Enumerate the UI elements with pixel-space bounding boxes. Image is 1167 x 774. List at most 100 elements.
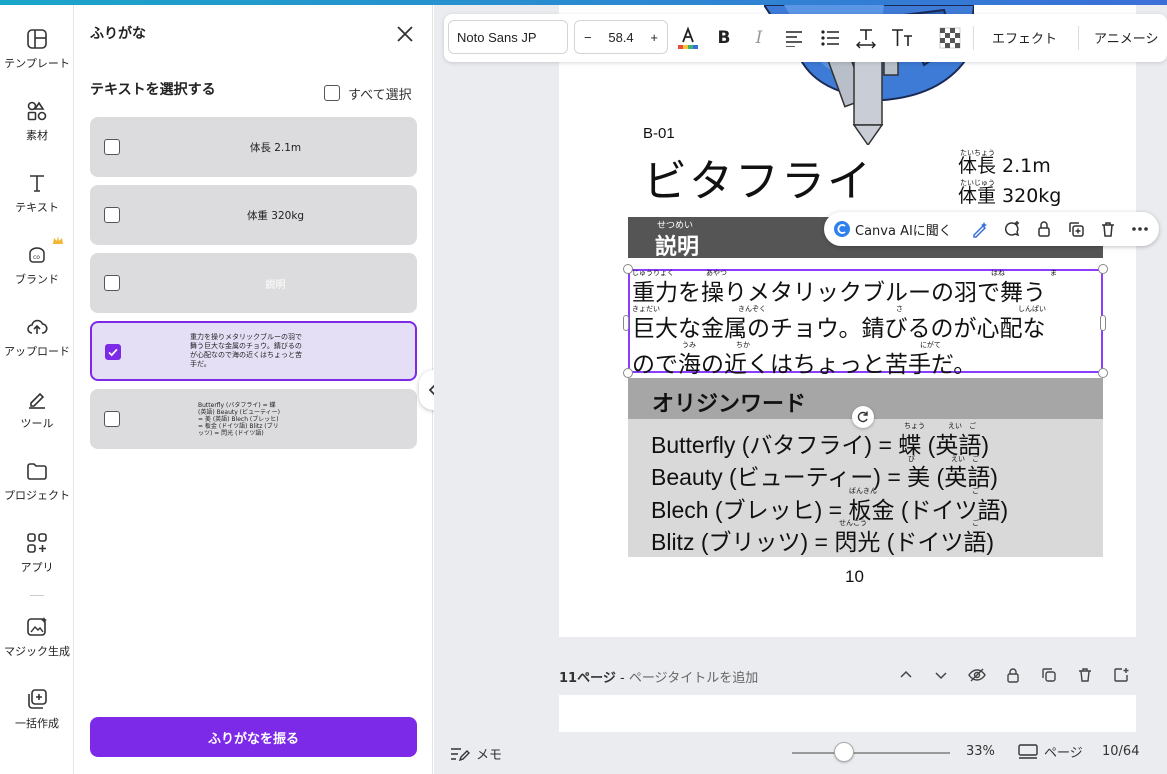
- description-text[interactable]: 重力を操りメタリックブルーの羽で舞う 巨大な金属のチョウ。錆びるのが心配な ので…: [632, 275, 1102, 383]
- origin-line: Beauty (ビューティー) = 美 (英語): [651, 464, 998, 490]
- text-item-preview: 体長 2.1m: [249, 141, 302, 154]
- ask-canva-ai-button[interactable]: Canva AIに聞く: [855, 220, 952, 239]
- text-item-weight[interactable]: 体重 320kg: [90, 185, 417, 245]
- lock-icon[interactable]: [1034, 219, 1054, 239]
- select-all-checkbox[interactable]: すべて選択: [324, 83, 412, 103]
- elements-icon: [27, 101, 47, 121]
- text-item-description-heading[interactable]: 説明: [90, 253, 417, 313]
- text-item-length[interactable]: 体長 2.1m: [90, 117, 417, 177]
- size-increase-button[interactable]: +: [650, 30, 658, 45]
- rail-item-templates[interactable]: テンプレート: [0, 27, 74, 71]
- rail-label: プロジェクト: [4, 489, 70, 502]
- align-left-icon[interactable]: [782, 26, 806, 50]
- rail-item-elements[interactable]: 素材: [0, 99, 74, 143]
- text-item-description[interactable]: 重力を操りメタリックブルーの羽で舞う巨大な金属のチョウ。錆びるのが心配なので海の…: [90, 321, 417, 381]
- comment-add-icon[interactable]: [1002, 219, 1022, 239]
- furigana: ちか: [736, 341, 750, 349]
- card-code: B-01: [643, 125, 675, 142]
- text-item-preview: Butterfly (バタフライ) = 蝶 (英語) Beauty (ビューティ…: [198, 401, 281, 437]
- furigana: さ: [896, 305, 903, 313]
- bold-button[interactable]: B: [712, 26, 736, 50]
- font-family-select[interactable]: Noto Sans JP: [448, 20, 568, 54]
- duplicate-icon[interactable]: [1066, 219, 1086, 239]
- rotate-handle-icon[interactable]: [852, 406, 874, 428]
- ai-context-toolbar: Canva AIに聞く: [824, 212, 1159, 246]
- template-icon: [27, 29, 47, 49]
- pages-label: ページ: [1044, 746, 1083, 761]
- origin-line: Butterfly (バタフライ) = 蝶 (英語): [651, 432, 989, 458]
- notes-button[interactable]: メモ: [450, 744, 502, 763]
- description-text-box[interactable]: 重力を操りメタリックブルーの羽で舞う 巨大な金属のチョウ。錆びるのが心配な ので…: [628, 269, 1103, 378]
- lock-icon[interactable]: [1003, 665, 1023, 685]
- effects-button[interactable]: エフェクト: [992, 28, 1057, 47]
- rail-item-apps[interactable]: アプリ: [0, 531, 74, 575]
- resize-handle[interactable]: [623, 368, 633, 378]
- design-page[interactable]: B-01 ビタフライ たいちょう 体長 2.1m たいじゅう 体重 320kg …: [559, 5, 1159, 637]
- crown-icon: [53, 236, 63, 244]
- rail-item-magic[interactable]: マジック生成: [0, 615, 74, 659]
- resize-handle[interactable]: [1100, 315, 1106, 331]
- checkbox[interactable]: [104, 139, 120, 155]
- rail-item-text[interactable]: テキスト: [0, 171, 74, 215]
- text-size-icon[interactable]: [890, 26, 914, 50]
- panel-title: ふりがな: [90, 26, 146, 42]
- left-rail: テンプレート 素材 テキスト co ブランド アップロード ツール プロジェクト…: [0, 5, 74, 774]
- rail-label: 一括作成: [15, 717, 59, 730]
- letter-spacing-icon[interactable]: [854, 26, 878, 50]
- more-options-icon[interactable]: [1130, 219, 1150, 239]
- toolbar-divider: [973, 26, 974, 50]
- rail-item-bulk[interactable]: 一括作成: [0, 687, 74, 731]
- apps-icon: [27, 533, 47, 553]
- rail-label: マジック生成: [4, 645, 70, 658]
- resize-handle[interactable]: [1098, 264, 1108, 274]
- resize-handle[interactable]: [1098, 368, 1108, 378]
- magic-edit-icon[interactable]: [970, 219, 990, 239]
- rail-label: テキスト: [15, 201, 59, 214]
- add-page-icon[interactable]: [1111, 665, 1131, 685]
- text-item-origin-words[interactable]: Butterfly (バタフライ) = 蝶 (英語) Beauty (ビューティ…: [90, 389, 417, 449]
- duplicate-page-icon[interactable]: [1039, 665, 1059, 685]
- resize-handle[interactable]: [623, 264, 633, 274]
- zoom-slider-track[interactable]: [792, 752, 950, 754]
- furigana: じゅうりょく: [632, 269, 674, 277]
- pages-button[interactable]: ページ: [1018, 742, 1083, 761]
- canva-ai-icon[interactable]: [833, 220, 851, 238]
- page-title-placeholder[interactable]: ページタイトルを追加: [629, 671, 758, 686]
- transparency-icon[interactable]: [938, 26, 962, 50]
- trash-icon[interactable]: [1075, 665, 1095, 685]
- checkbox[interactable]: [104, 411, 120, 427]
- rail-label: ツール: [20, 417, 54, 430]
- next-page-dash: -: [615, 671, 629, 686]
- next-page-label: 11ページ: [559, 671, 616, 686]
- font-size-input[interactable]: 58.4: [608, 30, 633, 45]
- animation-button[interactable]: アニメーシ: [1094, 28, 1158, 47]
- rail-item-upload[interactable]: アップロード: [0, 315, 74, 359]
- hide-page-icon[interactable]: [967, 665, 987, 685]
- rail-item-brand[interactable]: co ブランド: [0, 236, 74, 287]
- apply-furigana-button[interactable]: ふりがなを振る: [90, 717, 417, 757]
- list-icon[interactable]: [818, 26, 842, 50]
- zoom-slider-handle[interactable]: [834, 742, 854, 762]
- zoom-level[interactable]: 33%: [966, 744, 995, 759]
- furigana: えい ご: [948, 422, 976, 430]
- rail-label: アプリ: [20, 561, 54, 574]
- next-page-header[interactable]: 11ページ - ページタイトルを追加: [559, 667, 758, 686]
- close-icon[interactable]: [394, 23, 416, 45]
- origin-line: Blech (ブレッヒ) = 板金 (ドイツ語): [651, 497, 1009, 523]
- resize-handle[interactable]: [623, 315, 629, 331]
- creature-name: ビタフライ: [643, 156, 873, 207]
- checkbox[interactable]: [104, 207, 120, 223]
- checkbox[interactable]: [324, 85, 340, 101]
- size-decrease-button[interactable]: −: [584, 30, 592, 45]
- text-color-icon[interactable]: [676, 26, 700, 50]
- trash-icon[interactable]: [1098, 219, 1118, 239]
- chevron-down-icon[interactable]: [931, 665, 951, 685]
- rail-item-projects[interactable]: プロジェクト: [0, 459, 74, 503]
- italic-button[interactable]: I: [747, 26, 771, 50]
- checkbox-checked-icon[interactable]: [105, 344, 121, 360]
- rail-item-tools[interactable]: ツール: [0, 387, 74, 431]
- text-item-preview: 重力を操りメタリックブルーの羽で舞う巨大な金属のチョウ。錆びるのが心配なので海の…: [190, 333, 302, 368]
- origin-line: Blitz (ブリッツ) = 閃光 (ドイツ語): [651, 529, 995, 555]
- chevron-up-icon[interactable]: [896, 665, 916, 685]
- checkbox[interactable]: [104, 275, 120, 291]
